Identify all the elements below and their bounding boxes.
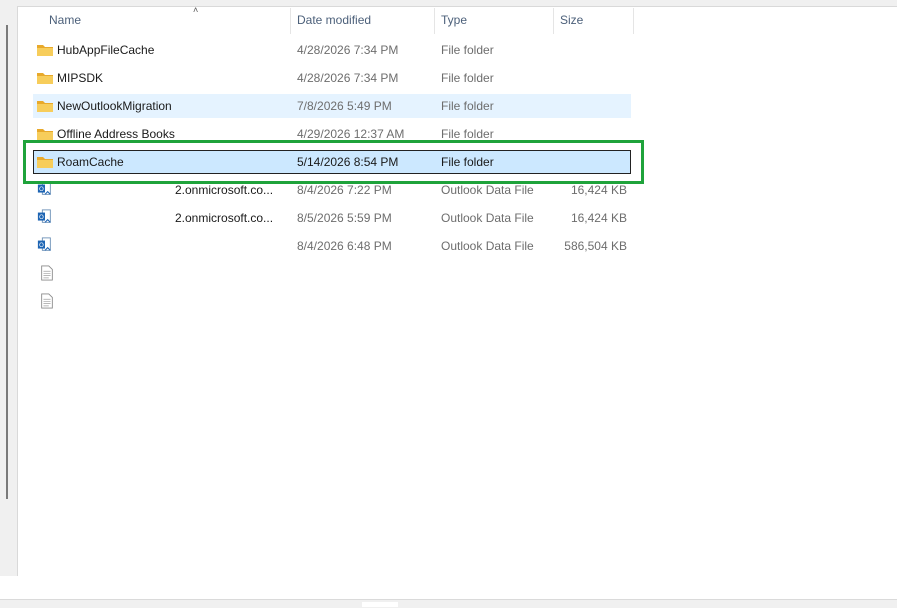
list-item[interactable] xyxy=(33,262,631,286)
outlook-data-file-icon: O xyxy=(37,209,51,223)
outlook-data-file-icon: O xyxy=(37,237,51,251)
column-header-row: ˄ Name Date modified Type Size xyxy=(33,5,634,34)
text-document-icon xyxy=(41,265,53,281)
file-type: File folder xyxy=(441,99,494,113)
file-type: File folder xyxy=(441,43,494,57)
file-size xyxy=(553,94,627,118)
status-bar-tab xyxy=(362,602,398,607)
file-type: File folder xyxy=(441,71,494,85)
list-item[interactable]: MIPSDK 4/28/2026 7:34 PM File folder xyxy=(33,66,631,90)
file-type: Outlook Data File xyxy=(441,211,534,225)
file-date-modified: 8/4/2026 6:48 PM xyxy=(297,239,392,253)
svg-text:O: O xyxy=(39,186,44,193)
navigation-scrollbar-thumb[interactable] xyxy=(6,25,8,499)
content-bottom xyxy=(0,576,897,599)
file-date-modified: 4/28/2026 7:34 PM xyxy=(297,71,399,85)
pane-divider[interactable] xyxy=(17,6,18,576)
file-name: HubAppFileCache xyxy=(57,43,155,57)
list-item[interactable]: O 8/4/2026 6:48 PM Outlook Data File 586… xyxy=(33,234,631,258)
file-size xyxy=(553,66,627,90)
top-divider xyxy=(18,6,897,7)
list-item[interactable]: HubAppFileCache 4/28/2026 7:34 PM File f… xyxy=(33,38,631,62)
file-name: NewOutlookMigration xyxy=(57,99,172,113)
column-divider[interactable] xyxy=(633,8,634,34)
file-date-modified: 4/28/2026 7:34 PM xyxy=(297,43,399,57)
file-size: 16,424 KB xyxy=(570,211,627,225)
file-type: Outlook Data File xyxy=(441,239,534,253)
file-size: 586,504 KB xyxy=(564,239,627,253)
navigation-pane-edge xyxy=(0,6,17,576)
folder-icon xyxy=(37,45,53,56)
column-header-type[interactable]: Type xyxy=(435,8,553,32)
file-name xyxy=(57,290,297,314)
list-item[interactable]: O 2.onmicrosoft.co... 8/5/2026 5:59 PM O… xyxy=(33,206,631,230)
file-name xyxy=(57,262,297,286)
annotation-highlight xyxy=(23,140,644,184)
file-date-modified: 8/5/2026 5:59 PM xyxy=(297,211,392,225)
list-item[interactable]: NewOutlookMigration 7/8/2026 5:49 PM Fil… xyxy=(33,94,631,118)
file-date-modified: 7/8/2026 5:49 PM xyxy=(297,99,392,113)
folder-icon xyxy=(37,73,53,84)
folder-icon xyxy=(37,101,53,112)
svg-text:O: O xyxy=(39,242,44,249)
svg-text:O: O xyxy=(39,214,44,221)
file-size xyxy=(553,38,627,62)
text-document-icon xyxy=(41,293,53,309)
column-header-name[interactable]: Name xyxy=(43,8,293,32)
file-name: 2.onmicrosoft.co... xyxy=(175,211,274,225)
column-header-size[interactable]: Size xyxy=(554,8,634,32)
file-name: MIPSDK xyxy=(57,71,104,85)
file-name xyxy=(175,234,295,258)
column-header-date-modified[interactable]: Date modified xyxy=(291,8,435,32)
list-item[interactable] xyxy=(33,290,631,314)
